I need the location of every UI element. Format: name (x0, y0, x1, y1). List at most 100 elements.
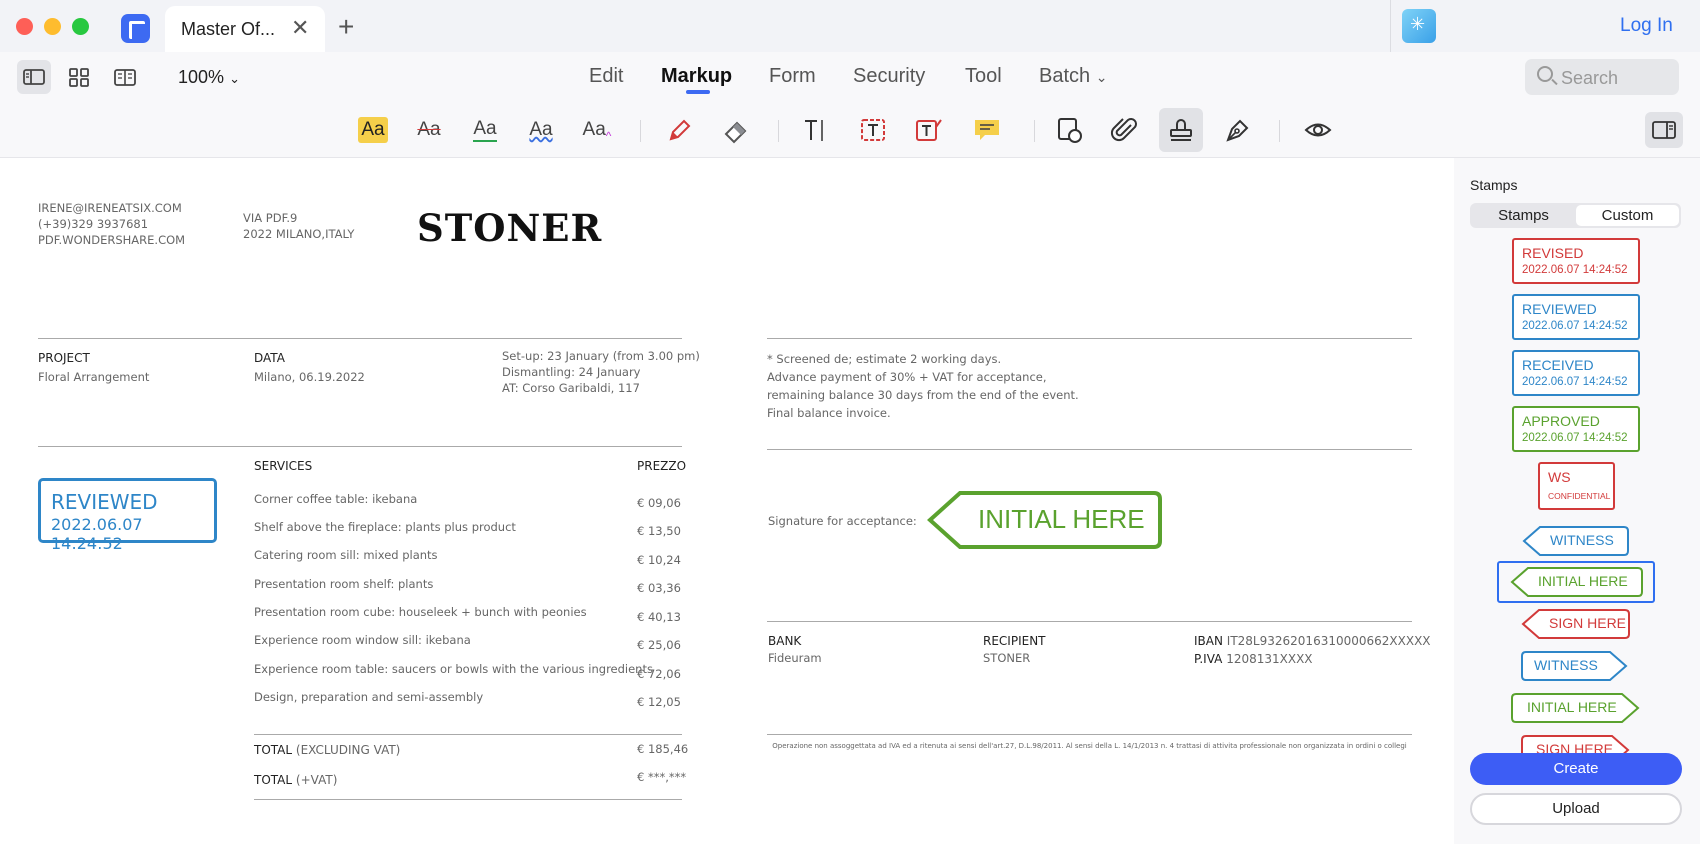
pencil-icon (669, 119, 691, 141)
pencil-tool[interactable] (658, 108, 702, 152)
document-canvas[interactable]: IRENE@IRENEATSIX.COM (+39)329 3937681 PD… (0, 158, 1454, 844)
tool-separator (1279, 120, 1280, 142)
text-tool[interactable] (793, 108, 837, 152)
caret-icon: ^ (605, 129, 612, 143)
note-line: * Screened de; estimate 2 working days. (767, 352, 1002, 366)
data-value: Milano, 06.19.2022 (254, 370, 365, 384)
search-icon (1537, 66, 1553, 82)
active-menu-indicator (686, 90, 710, 94)
stamp-initial-here-right[interactable]: INITIAL HERE (1510, 692, 1640, 724)
underline-tool[interactable]: Aa (463, 108, 507, 152)
service-name: Design, preparation and semi-assembly (254, 690, 484, 704)
stamp-tool[interactable] (1159, 108, 1203, 152)
service-name: Catering room sill: mixed plants (254, 548, 438, 562)
menu-security[interactable]: Security (853, 65, 925, 88)
stamp-witness-left[interactable]: WITNESS (1522, 525, 1630, 557)
main-toolbar: 100% ⌄ Edit Markup Form Security Tool Ba… (0, 52, 1700, 106)
reviewed-stamp-title: REVIEWED (51, 490, 158, 514)
upload-stamp-button[interactable]: Upload (1470, 793, 1682, 825)
close-tab-icon[interactable]: ✕ (291, 15, 309, 41)
service-price: € 72,06 (637, 667, 681, 681)
strikethrough-tool[interactable]: Aa (407, 108, 451, 152)
maximize-window-button[interactable] (72, 18, 89, 35)
sticky-note-tool[interactable] (965, 108, 1009, 152)
service-name: Experience room window sill: ikebana (254, 633, 471, 647)
schedule-block: Set-up: 23 January (from 3.00 pm) Disman… (502, 348, 700, 396)
chevron-down-icon: ⌄ (229, 71, 240, 86)
stamp-ws-confidential[interactable]: WS CONFIDENTIAL (1538, 462, 1615, 510)
stamp-label: INITIAL HERE (1527, 699, 1617, 715)
stamp-revised[interactable]: REVISED 2022.06.07 14:24:52 (1512, 238, 1640, 284)
menu-edit[interactable]: Edit (589, 65, 623, 88)
app-logo-icon (121, 14, 150, 43)
divider (38, 446, 682, 447)
stamps-panel-title: Stamps (1470, 177, 1518, 193)
squiggly-tool-label: Aa (529, 119, 553, 140)
reviewed-stamp-date: 2022.06.07 14:24:52 (51, 515, 143, 553)
stamps-segmented-control: Stamps Custom (1470, 203, 1681, 228)
service-price: € 40,13 (637, 610, 681, 624)
initial-here-stamp-annotation[interactable]: INITIAL HERE (926, 490, 1164, 550)
zoom-dropdown[interactable]: 100% ⌄ (178, 67, 240, 88)
project-label: PROJECT (38, 351, 90, 365)
stamp-label: INITIAL HERE (1538, 573, 1628, 589)
right-panel-toggle[interactable] (1645, 112, 1683, 148)
divider (767, 338, 1412, 339)
service-price: € 09,06 (637, 496, 681, 510)
menu-markup[interactable]: Markup (661, 65, 732, 88)
stamp-label: WITNESS (1534, 657, 1598, 673)
grid-view-icon[interactable] (62, 60, 96, 94)
schedule-line: Dismantling: 24 January (502, 365, 641, 379)
tab-custom[interactable]: Custom (1576, 205, 1679, 226)
shape-tool[interactable] (1048, 108, 1092, 152)
reviewed-stamp-annotation[interactable]: REVIEWED 2022.06.07 14:24:52 (38, 478, 217, 553)
callout-tool[interactable] (907, 108, 951, 152)
menu-batch[interactable]: Batch ⌄ (1039, 65, 1107, 88)
minimize-window-button[interactable] (44, 18, 61, 35)
stamp-reviewed[interactable]: REVIEWED 2022.06.07 14:24:52 (1512, 294, 1640, 340)
stamp-list[interactable]: REVISED 2022.06.07 14:24:52 REVIEWED 202… (1454, 238, 1700, 768)
document-tab[interactable]: Master Of... ✕ (165, 6, 325, 52)
markup-toolbar: Aa Aa Aa Aa Aa ^ (0, 106, 1700, 158)
text-cursor-icon (805, 120, 823, 141)
stamp-icon (1170, 119, 1192, 141)
new-tab-icon[interactable]: + (338, 11, 354, 43)
tab-stamps[interactable]: Stamps (1472, 205, 1575, 226)
menu-form[interactable]: Form (769, 65, 816, 88)
close-window-button[interactable] (16, 18, 33, 35)
avatar[interactable] (1402, 9, 1436, 43)
note-line: Final balance invoice. (767, 406, 891, 420)
login-button[interactable]: Log In (1620, 15, 1673, 37)
tool-separator (1034, 120, 1035, 142)
service-name: Presentation room shelf: plants (254, 577, 434, 591)
service-name: Shelf above the fireplace: plants plus p… (254, 520, 516, 534)
zoom-level: 100% (178, 67, 225, 87)
services-label: SERVICES (254, 459, 313, 473)
reading-mode-icon[interactable] (108, 60, 142, 94)
hide-annotations-tool[interactable] (1296, 108, 1340, 152)
stamp-witness-right[interactable]: WITNESS (1520, 650, 1628, 682)
search-input[interactable]: Search (1525, 59, 1679, 95)
signature-tool[interactable] (1216, 108, 1260, 152)
highlight-tool[interactable]: Aa (351, 108, 395, 152)
divider (767, 621, 1412, 622)
textbox-tool[interactable] (851, 108, 895, 152)
price-label: PREZZO (637, 459, 687, 473)
sidebar-toggle-icon[interactable] (17, 60, 51, 94)
menu-tool[interactable]: Tool (965, 65, 1002, 88)
caret-tool[interactable]: Aa ^ (575, 108, 619, 152)
attachment-tool[interactable] (1103, 108, 1147, 152)
note-line: remaining balance 30 days from the end o… (767, 388, 1079, 402)
stamp-title: WS (1548, 469, 1571, 485)
stamp-sign-here-left[interactable]: SIGN HERE (1521, 608, 1631, 640)
footer-note: Operazione non assoggettata ad IVA ed a … (772, 742, 1407, 750)
create-stamp-button[interactable]: Create (1470, 753, 1682, 785)
stamp-received[interactable]: RECEIVED 2022.06.07 14:24:52 (1512, 350, 1640, 396)
eraser-tool[interactable] (714, 108, 758, 152)
stamp-approved[interactable]: APPROVED 2022.06.07 14:24:52 (1512, 406, 1640, 452)
title-bar: Master Of... ✕ + Log In (0, 0, 1700, 52)
contact-block: IRENE@IRENEATSIX.COM (+39)329 3937681 PD… (38, 200, 185, 248)
stamp-initial-here-left[interactable]: INITIAL HERE (1510, 566, 1644, 598)
squiggly-tool[interactable]: Aa (519, 108, 563, 152)
search-placeholder: Search (1561, 68, 1619, 88)
